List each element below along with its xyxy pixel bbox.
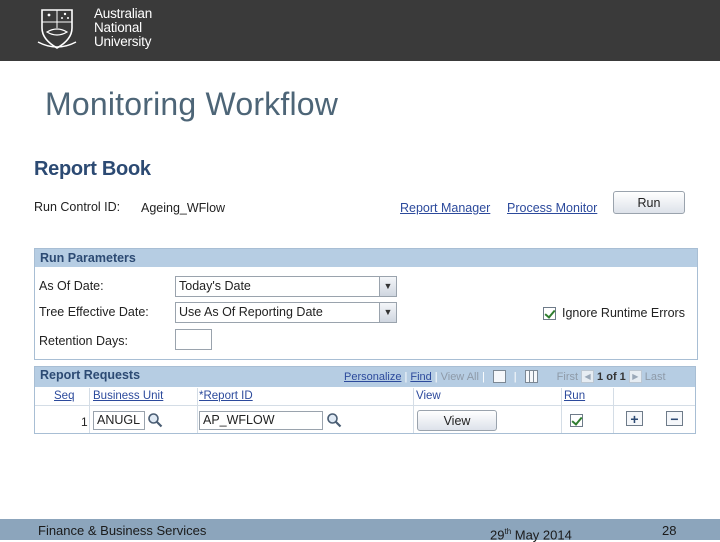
view-all-link[interactable]: View All — [441, 371, 479, 383]
ignore-errors-checkbox[interactable] — [543, 306, 556, 320]
column-header-view: View — [416, 390, 441, 402]
run-control-value: Ageing_WFlow — [141, 201, 226, 215]
page-number: 28 — [662, 523, 677, 538]
report-id-input[interactable]: AP_WFLOW — [199, 411, 323, 430]
report-requests-header: Report Requests Personalize | Find | Vie… — [35, 367, 695, 387]
report-requests-grid: Report Requests Personalize | Find | Vie… — [34, 366, 696, 434]
column-header-seq[interactable]: Seq — [54, 390, 74, 402]
search-icon[interactable] — [326, 412, 342, 428]
report-manager-link[interactable]: Report Manager — [400, 201, 490, 215]
as-of-date-select[interactable]: Today's Date ▼ — [175, 276, 397, 297]
column-header-business-unit[interactable]: Business Unit — [93, 390, 163, 402]
tree-effective-date-value: Use As Of Reporting Date — [179, 305, 323, 319]
retention-days-label: Retention Days: — [39, 334, 128, 348]
slide-title: Monitoring Workflow — [45, 86, 339, 122]
last-link[interactable]: Last — [645, 371, 666, 383]
run-button[interactable]: Run — [613, 191, 685, 214]
anu-logo: Australian National University — [36, 6, 152, 50]
download-grid-icon[interactable] — [524, 370, 538, 383]
add-row-button[interactable]: + — [626, 411, 643, 426]
page-title: Report Book — [34, 158, 151, 180]
zoom-grid-icon[interactable] — [492, 370, 506, 383]
run-checkbox[interactable] — [570, 414, 583, 427]
process-monitor-link[interactable]: Process Monitor — [507, 201, 597, 215]
first-link[interactable]: First — [557, 371, 578, 383]
search-icon[interactable] — [147, 412, 163, 428]
delete-row-button[interactable]: − — [666, 411, 683, 426]
ignore-runtime-errors[interactable]: Ignore Runtime Errors — [543, 306, 685, 320]
tree-effective-date-select[interactable]: Use As Of Reporting Date ▼ — [175, 302, 397, 323]
chevron-down-icon[interactable]: ▼ — [379, 303, 396, 322]
run-parameters-heading: Run Parameters — [35, 249, 697, 267]
header-bar: Australian National University — [0, 0, 720, 61]
university-name: Australian National University — [94, 6, 153, 49]
footer-department: Finance & Business Services — [38, 523, 207, 538]
view-button[interactable]: View — [417, 410, 497, 431]
tree-effective-date-label: Tree Effective Date: — [39, 305, 149, 319]
as-of-date-value: Today's Date — [179, 279, 251, 293]
footer-bar: Finance & Business Services 29th May 201… — [0, 519, 720, 542]
row-counter: 1 of 1 — [597, 370, 626, 383]
ignore-errors-label: Ignore Runtime Errors — [562, 306, 685, 320]
run-control-label: Run Control ID: — [34, 200, 121, 214]
grid-toolbar: Personalize | Find | View All | | First … — [344, 370, 666, 383]
business-unit-input[interactable]: ANUGL — [93, 411, 145, 430]
run-parameters-panel: Run Parameters As Of Date: Today's Date … — [34, 248, 698, 360]
report-requests-heading: Report Requests — [40, 368, 141, 382]
column-header-report-id[interactable]: *Report ID — [199, 390, 253, 402]
as-of-date-label: As Of Date: — [39, 279, 104, 293]
chevron-down-icon[interactable]: ▼ — [379, 277, 396, 296]
retention-days-input[interactable] — [175, 329, 212, 350]
column-header-run[interactable]: Run — [564, 390, 585, 402]
crest-icon — [37, 9, 77, 49]
personalize-link[interactable]: Personalize — [344, 371, 401, 383]
previous-arrow-icon[interactable]: ◀ — [581, 370, 595, 383]
seq-value: 1 — [81, 415, 88, 429]
next-arrow-icon[interactable]: ▶ — [628, 370, 642, 383]
find-link[interactable]: Find — [410, 371, 431, 383]
